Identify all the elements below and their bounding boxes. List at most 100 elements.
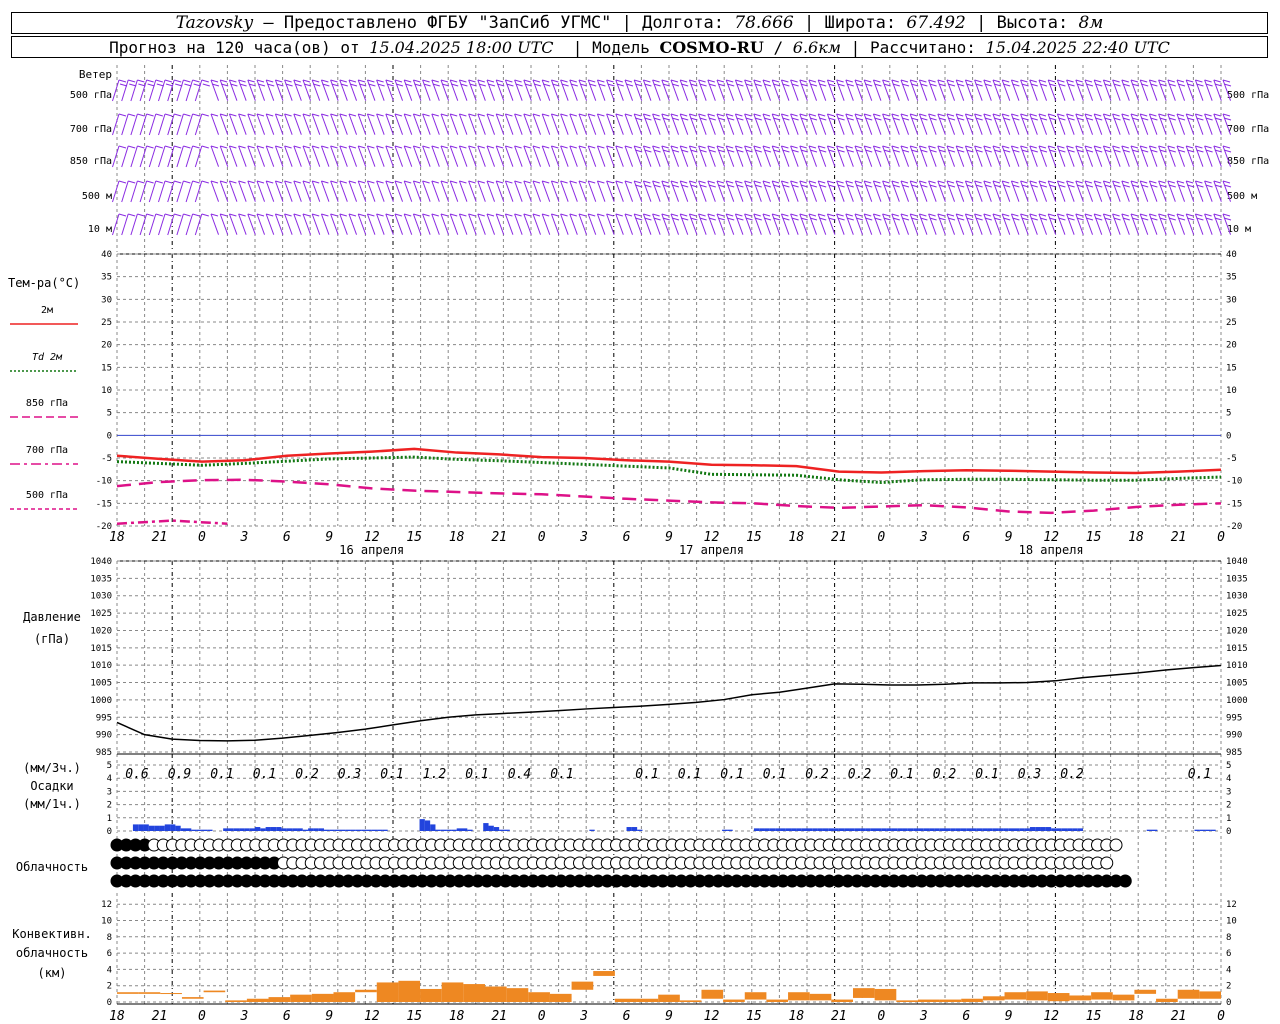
conv-tick-right: 6 bbox=[1226, 949, 1231, 959]
wind-barb bbox=[167, 180, 175, 203]
conv-tick-left: 4 bbox=[107, 965, 112, 975]
wind-barb bbox=[946, 145, 956, 167]
wind-barb bbox=[468, 145, 477, 167]
precip-bar bbox=[446, 829, 452, 831]
wind-barb bbox=[265, 145, 275, 167]
wind-barb bbox=[652, 113, 661, 135]
precip-bar bbox=[350, 829, 356, 831]
conv-bar bbox=[549, 993, 572, 1002]
wind-barb bbox=[780, 145, 790, 167]
wind-barb bbox=[716, 180, 726, 202]
wind-barb bbox=[1001, 213, 1011, 235]
wind-barb bbox=[863, 79, 873, 101]
wind-barb bbox=[983, 180, 992, 202]
wind-barb bbox=[624, 145, 634, 167]
wind-barb bbox=[1020, 145, 1029, 167]
wind-barb bbox=[983, 145, 992, 167]
cloud-cover-symbol bbox=[1118, 874, 1132, 888]
wind-barb bbox=[1093, 180, 1103, 202]
wind-barb bbox=[587, 113, 597, 135]
wind-barb bbox=[376, 113, 385, 135]
wind-barb bbox=[1056, 79, 1066, 101]
wind-barb bbox=[826, 113, 836, 135]
wind-barb bbox=[514, 113, 523, 135]
wind-barb bbox=[771, 180, 781, 202]
wind-barb bbox=[440, 79, 450, 101]
wind-barb bbox=[992, 113, 1002, 135]
precip-3h-label: 0.1 bbox=[550, 767, 573, 782]
precip-bar bbox=[228, 828, 234, 831]
wind-barb bbox=[688, 180, 698, 202]
wind-barb bbox=[845, 113, 854, 135]
wind-barb bbox=[302, 213, 312, 235]
time-tick-label-bottom: 15 bbox=[406, 1009, 422, 1024]
wind-barb bbox=[256, 213, 266, 235]
conv-bar bbox=[398, 980, 421, 1002]
precip-3h-label: 0.1 bbox=[678, 767, 701, 782]
wind-barb bbox=[112, 180, 120, 203]
precip-bar bbox=[913, 828, 919, 831]
wind-barb bbox=[320, 213, 330, 235]
wind-barb bbox=[863, 213, 873, 235]
wind-barb bbox=[1066, 145, 1075, 167]
wind-barb bbox=[1213, 213, 1222, 235]
time-tick-label: 0 bbox=[1217, 530, 1225, 545]
temp-tick-left: 10 bbox=[101, 386, 112, 396]
wind-barb bbox=[139, 145, 148, 168]
wind-level-label-left: 500 м bbox=[82, 191, 112, 202]
wind-barb bbox=[596, 180, 606, 202]
precip-bar bbox=[382, 829, 388, 831]
wind-barb bbox=[670, 145, 680, 167]
precip-3h-label: 0.4 bbox=[508, 767, 531, 782]
wind-barb bbox=[130, 145, 138, 168]
wind-barb bbox=[265, 213, 275, 235]
wind-barb bbox=[670, 113, 680, 135]
precip-bar bbox=[1014, 828, 1020, 831]
wind-barb bbox=[882, 180, 891, 202]
precip-bar bbox=[493, 827, 500, 831]
precip-bar bbox=[992, 828, 999, 831]
wind-barb bbox=[698, 113, 707, 135]
precip-3h-label: 0.6 bbox=[125, 767, 149, 782]
wind-barb bbox=[1112, 145, 1121, 167]
wind-barb bbox=[183, 79, 191, 83]
wind-barb bbox=[185, 79, 194, 102]
precip-bar bbox=[1061, 828, 1068, 831]
wind-barb bbox=[201, 213, 209, 217]
time-tick-label-bottom: 15 bbox=[1086, 1009, 1102, 1024]
precip-bar bbox=[483, 823, 489, 831]
wind-barb bbox=[578, 79, 588, 101]
precip-bar bbox=[929, 828, 935, 831]
wind-barb bbox=[799, 180, 808, 202]
wind-level-label-right: 10 м bbox=[1227, 224, 1251, 235]
wind-barb bbox=[1010, 213, 1020, 235]
wind-barb bbox=[992, 180, 1002, 202]
conv-tick-right: 0 bbox=[1226, 998, 1231, 1008]
pressure-tick-right: 1030 bbox=[1226, 592, 1248, 602]
precip-bar bbox=[297, 828, 303, 831]
wind-barb bbox=[1029, 145, 1038, 167]
wind-barb bbox=[698, 213, 707, 235]
wind-barb bbox=[1001, 79, 1011, 101]
wind-barb bbox=[320, 180, 330, 202]
precip-3h-label: 0.1 bbox=[720, 767, 743, 782]
pressure-tick-right: 1015 bbox=[1226, 644, 1248, 654]
temp-legend-label: 2м bbox=[41, 305, 53, 316]
wind-barb bbox=[937, 113, 946, 135]
time-tick-label-bottom: 6 bbox=[283, 1009, 291, 1024]
wind-barb bbox=[753, 113, 762, 135]
wind-barb bbox=[725, 213, 735, 235]
precip-3h-label: 0.2 bbox=[805, 767, 829, 782]
wind-barb bbox=[201, 180, 209, 184]
wind-barb bbox=[311, 145, 321, 167]
time-tick-label-bottom: 0 bbox=[877, 1009, 885, 1024]
conv-bar bbox=[203, 990, 226, 993]
wind-barb bbox=[900, 213, 910, 235]
wind-barb bbox=[808, 79, 818, 101]
wind-barb bbox=[1038, 79, 1048, 101]
precip-bar bbox=[286, 828, 293, 831]
wind-barb bbox=[808, 145, 818, 167]
wind-barb bbox=[1093, 79, 1103, 101]
wind-barb bbox=[164, 113, 173, 117]
wind-barb bbox=[1102, 180, 1112, 202]
